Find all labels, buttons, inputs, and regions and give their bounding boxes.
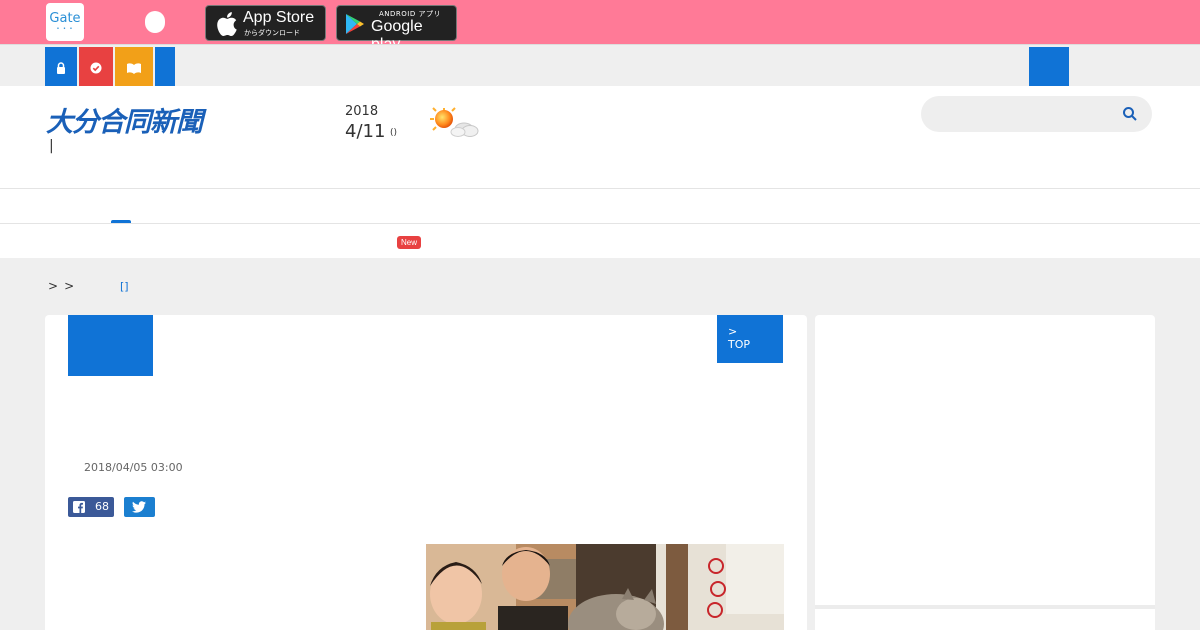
date-day: 4/11 bbox=[345, 121, 386, 142]
sunny-cloudy-icon bbox=[430, 107, 479, 137]
main-nav bbox=[0, 188, 1200, 224]
google-play-badge[interactable]: ANDROID アプリ Google play bbox=[336, 5, 457, 53]
toggle-pill[interactable] bbox=[145, 11, 165, 33]
top-button-label: TOP bbox=[728, 338, 751, 351]
facebook-count: 68 bbox=[95, 500, 109, 513]
facebook-share-button[interactable]: 68 bbox=[68, 497, 114, 517]
apple-icon bbox=[217, 12, 237, 37]
date-weekday: () bbox=[390, 128, 398, 138]
book-button[interactable] bbox=[115, 47, 153, 87]
breadcrumb-separator: > bbox=[64, 279, 75, 293]
app-store-subtitle: からダウンロード bbox=[244, 29, 300, 37]
article-card: > TOP 2018/04/05 03:00 68 bbox=[45, 315, 807, 630]
login-button[interactable] bbox=[1029, 47, 1069, 87]
sub-nav: New bbox=[0, 223, 1200, 258]
breadcrumb-separator: > bbox=[48, 279, 59, 293]
check-button[interactable] bbox=[79, 47, 113, 87]
gate-dots: • • • bbox=[56, 26, 74, 32]
article-date: 2018/04/05 03:00 bbox=[84, 461, 183, 474]
top-bar: Gate • • • App Store からダウンロード ANDROID アプ… bbox=[0, 0, 1200, 53]
category-label[interactable] bbox=[68, 315, 153, 376]
gate-app-button[interactable]: Gate • • • bbox=[46, 3, 84, 41]
app-store-title: App Store bbox=[243, 9, 315, 26]
google-play-icon bbox=[346, 14, 364, 34]
site-logo[interactable]: 大分合同新聞 bbox=[46, 100, 203, 139]
twitter-share-button[interactable] bbox=[124, 497, 155, 517]
breadcrumb-link[interactable]: [] bbox=[120, 280, 129, 293]
gate-label: Gate bbox=[49, 11, 81, 26]
menu-tab-blue[interactable] bbox=[155, 47, 175, 87]
search-input[interactable] bbox=[921, 96, 1152, 132]
icon-strip bbox=[0, 44, 1200, 87]
breadcrumb: > > bbox=[48, 279, 80, 293]
facebook-icon bbox=[73, 501, 85, 513]
article-photo bbox=[426, 544, 784, 630]
twitter-icon bbox=[132, 501, 146, 513]
lock-button[interactable] bbox=[45, 47, 77, 87]
search-icon[interactable] bbox=[1122, 106, 1138, 122]
date-year: 2018 bbox=[345, 104, 379, 119]
logo-subtitle: | bbox=[49, 138, 54, 154]
site-header: 大分合同新聞 | 2018 4/11 () bbox=[0, 86, 1200, 188]
check-icon bbox=[90, 62, 102, 73]
top-button-arrow: > bbox=[728, 325, 738, 338]
book-icon bbox=[127, 62, 141, 74]
new-badge: New bbox=[397, 236, 422, 249]
category-top-button[interactable]: > TOP bbox=[717, 315, 783, 363]
lock-icon bbox=[57, 61, 65, 74]
sidebar bbox=[815, 315, 1155, 630]
sidebar-divider bbox=[815, 605, 1155, 609]
app-store-badge[interactable]: App Store からダウンロード bbox=[205, 5, 326, 41]
